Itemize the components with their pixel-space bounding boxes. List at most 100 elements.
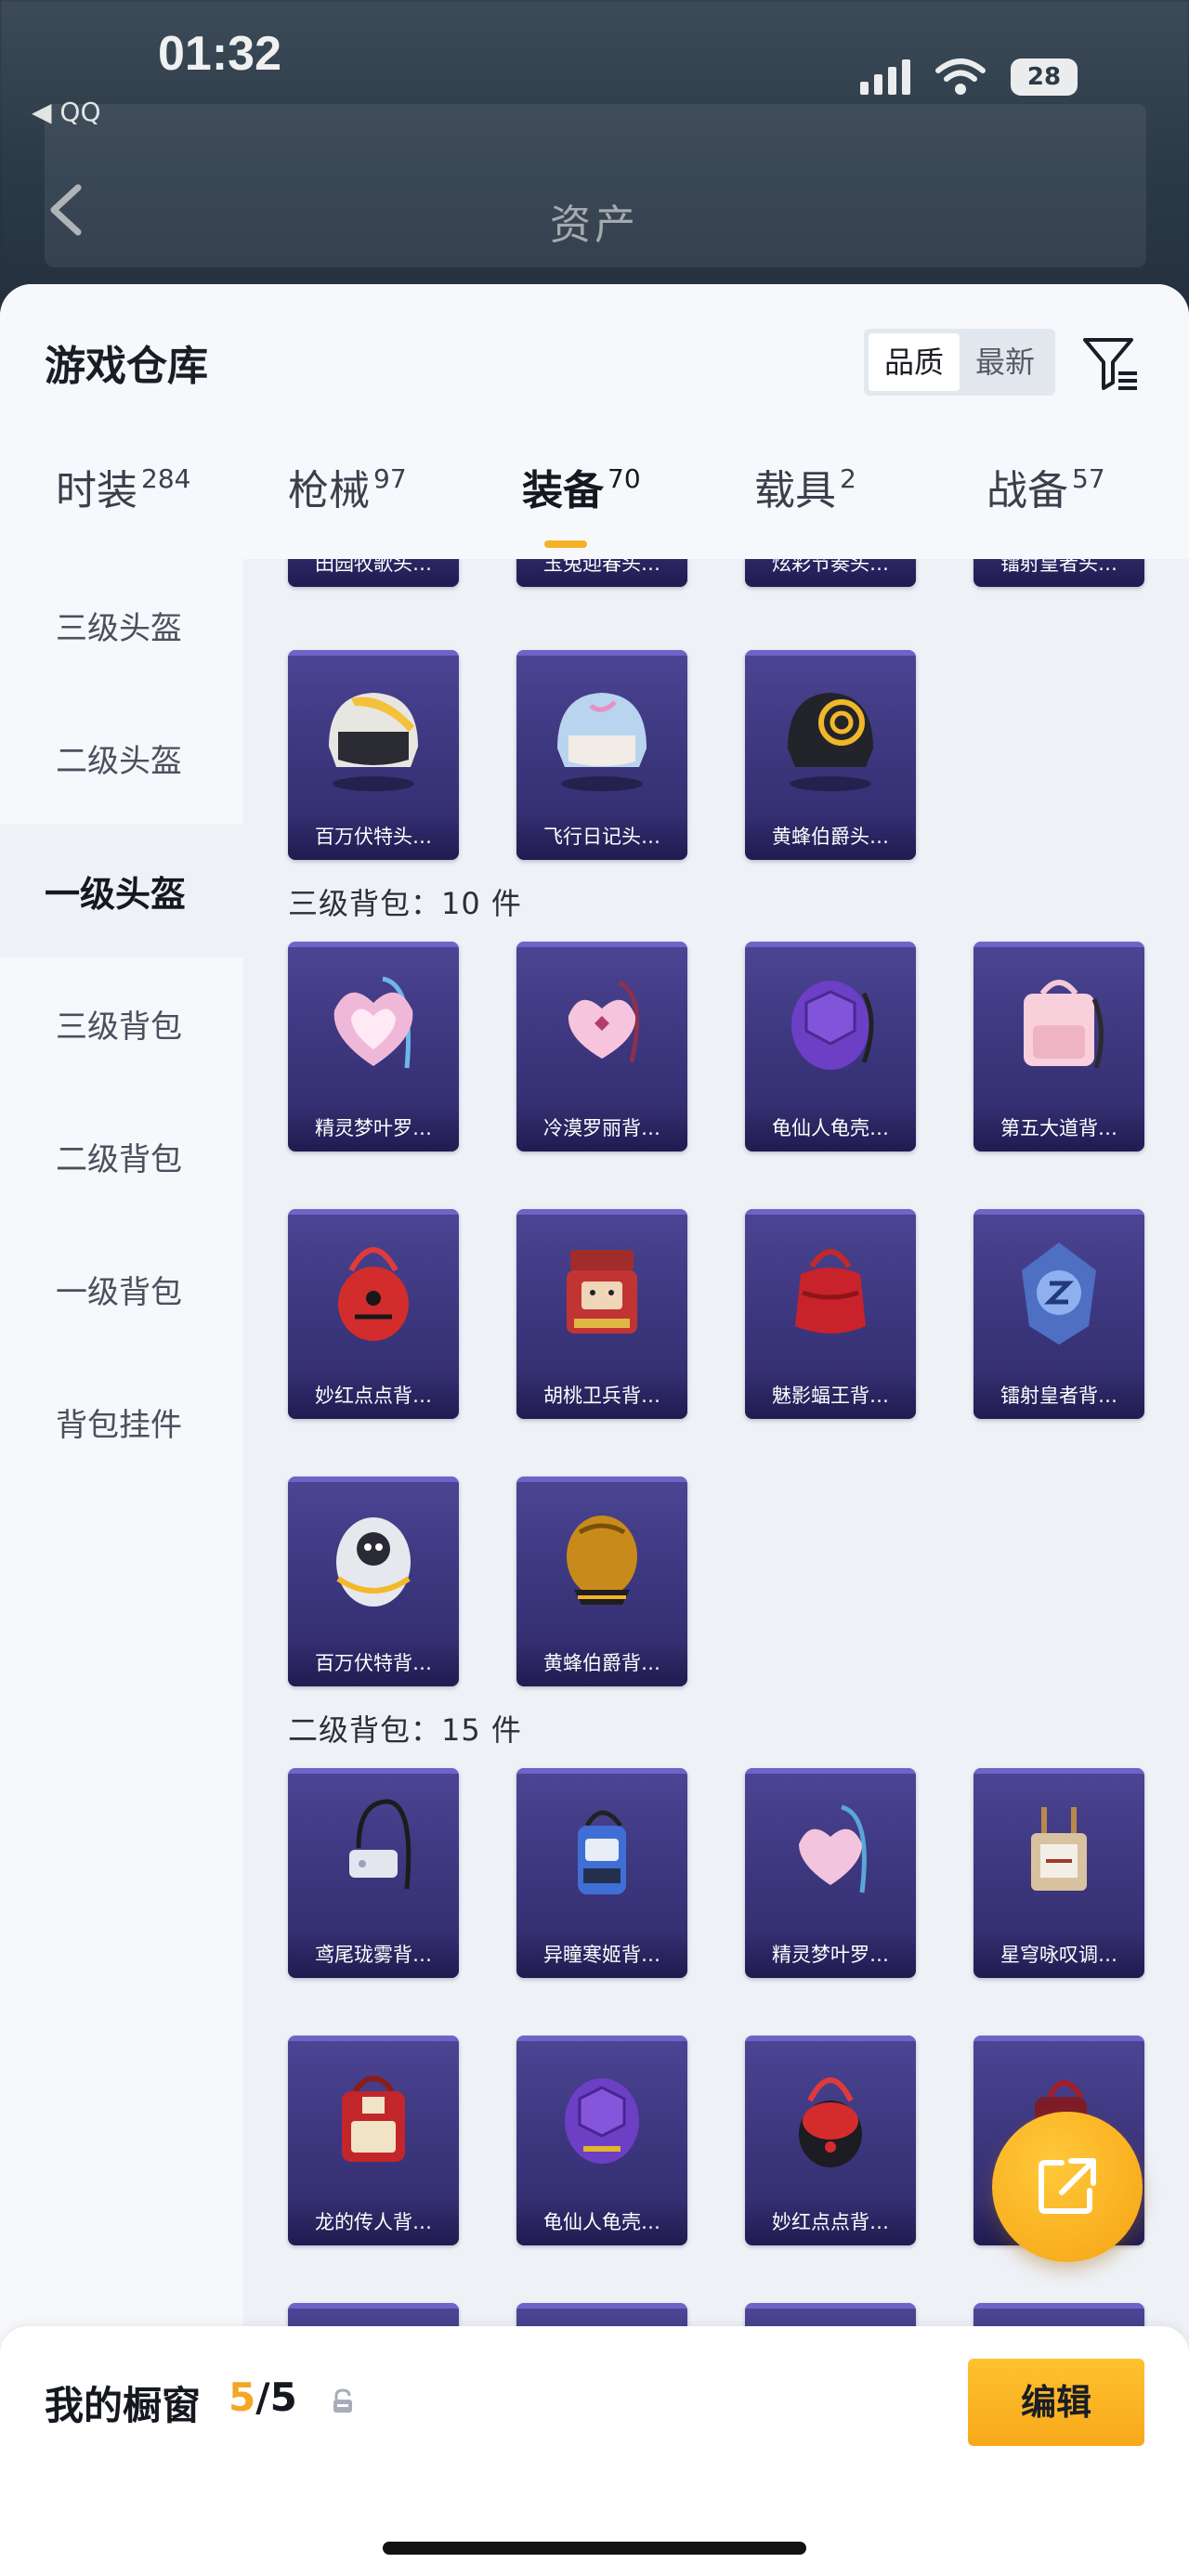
tab-label: 载具 — [754, 467, 836, 514]
item-name: 妙红点点背… — [288, 1373, 459, 1419]
backpack-icon — [349, 1799, 412, 1890]
item-card[interactable]: 第五大道背… — [973, 942, 1144, 1151]
filter-icon[interactable] — [1079, 332, 1143, 396]
item-name: 龙的传人背… — [288, 2199, 459, 2245]
sidebar-item-backpack-3[interactable]: 三级背包 — [0, 957, 243, 1090]
item-card[interactable]: 精灵梦叶罗… — [745, 1768, 916, 1978]
item-name: 镭射皇者背… — [973, 1373, 1144, 1419]
tab-count: 2 — [840, 463, 856, 494]
backpack-icon — [565, 2078, 639, 2164]
showcase-bar: 我的橱窗 5/5 编辑 — [0, 2326, 1189, 2576]
wifi-icon — [934, 58, 986, 97]
item-card[interactable]: 飞行日记头… — [516, 650, 687, 860]
tab-vehicles[interactable]: 载具 2 — [754, 457, 856, 559]
tab-fashion[interactable]: 时装 284 — [56, 457, 190, 559]
backpack-icon — [1031, 1807, 1087, 1891]
backpack-icon — [333, 976, 413, 1069]
showcase-current-count: 5 — [229, 2374, 256, 2420]
item-card[interactable]: 龙的传人背… — [288, 2036, 459, 2245]
active-tab-indicator — [544, 540, 587, 548]
edit-button[interactable]: 编辑 — [968, 2359, 1144, 2446]
backpack-icon — [567, 1250, 637, 1334]
backpack-icon — [336, 1517, 411, 1607]
item-name: 百万伏特头… — [288, 813, 459, 860]
category-tabs: 时装 284 枪械 97 装备 70 载具 2 战备 57 — [0, 457, 1189, 559]
backpack-icon — [568, 980, 640, 1063]
item-card[interactable]: 龟仙人龟壳… — [745, 942, 916, 1151]
status-icons: 28 — [860, 58, 1078, 97]
item-card[interactable]: 黄蜂伯爵背… — [516, 1477, 687, 1686]
item-name: 飞行日记头… — [516, 813, 687, 860]
backpack-icon — [567, 1516, 637, 1605]
section-title-backpack-3: 三级背包：10 件 — [288, 886, 522, 921]
backpack-icon — [1024, 980, 1104, 1069]
item-card[interactable]: 炫彩节奏头… — [745, 559, 916, 587]
item-name: 冷漠罗丽背… — [516, 1105, 687, 1151]
tab-guns[interactable]: 枪械 97 — [288, 457, 407, 559]
item-name: 田园牧歌头… — [288, 559, 459, 587]
item-name: 胡桃卫兵背… — [516, 1373, 687, 1419]
tab-count: 57 — [1072, 463, 1105, 494]
item-card[interactable]: 异瞳寒姬背… — [516, 1768, 687, 1978]
item-name: 黄蜂伯爵头… — [745, 813, 916, 860]
item-name: 龟仙人龟壳… — [745, 1105, 916, 1151]
item-card[interactable]: 妙红点点背… — [288, 1209, 459, 1419]
item-card[interactable]: 田园牧歌头… — [288, 559, 459, 587]
tab-label: 战备 — [986, 467, 1068, 514]
page-title: 游戏仓库 — [45, 343, 208, 390]
item-card[interactable]: 星穹咏叹调… — [973, 1768, 1144, 1978]
sidebar-item-backpack-2[interactable]: 二级背包 — [0, 1090, 243, 1223]
item-name: 精灵梦叶罗… — [288, 1105, 459, 1151]
section-title-backpack-2: 二级背包：15 件 — [288, 1712, 522, 1748]
item-card[interactable]: 镭射皇者背… — [973, 1209, 1144, 1419]
sidebar-item-helmet-1[interactable]: 一级头盔 — [0, 825, 243, 957]
item-name: 鸢尾珑雾背… — [288, 1932, 459, 1978]
sidebar-item-helmet-2[interactable]: 二级头盔 — [0, 692, 243, 825]
helmet-icon — [329, 693, 418, 791]
backpack-icon — [578, 1810, 626, 1894]
item-name: 百万伏特背… — [288, 1640, 459, 1686]
item-card[interactable]: 玉兔迎春头… — [516, 559, 687, 587]
item-name: 炫彩节奏头… — [745, 559, 916, 587]
backpack-icon — [799, 2077, 862, 2167]
tab-label: 枪械 — [288, 467, 370, 514]
helmet-icon — [788, 693, 873, 791]
sidebar-item-backpack-pendant[interactable]: 背包挂件 — [0, 1356, 243, 1489]
item-card[interactable]: 龟仙人龟壳… — [516, 2036, 687, 2245]
sort-newest-button[interactable]: 最新 — [960, 333, 1051, 391]
item-card[interactable]: 精灵梦叶罗… — [288, 942, 459, 1151]
backpack-icon — [338, 1247, 409, 1341]
signal-icon — [860, 59, 910, 95]
item-name: 妙红点点背… — [745, 2199, 916, 2245]
sort-quality-button[interactable]: 品质 — [869, 333, 960, 391]
item-card[interactable]: 冷漠罗丽背… — [516, 942, 687, 1151]
backpack-icon — [799, 1804, 867, 1893]
item-name: 龟仙人龟壳… — [516, 2199, 687, 2245]
sidebar-item-helmet-3[interactable]: 三级头盔 — [0, 559, 243, 692]
item-card[interactable]: 百万伏特背… — [288, 1477, 459, 1686]
item-card[interactable]: 魅影蝠王背… — [745, 1209, 916, 1419]
backpack-icon — [795, 1249, 866, 1334]
sidebar-item-backpack-1[interactable]: 一级背包 — [0, 1223, 243, 1356]
helmet-icon — [557, 693, 647, 791]
item-card[interactable]: 百万伏特头… — [288, 650, 459, 860]
item-name: 异瞳寒姬背… — [516, 1932, 687, 1978]
showcase-label: 我的橱窗 — [45, 2383, 202, 2428]
tab-count: 97 — [373, 463, 407, 494]
item-card[interactable]: 鸢尾珑雾背… — [288, 1768, 459, 1978]
backpack-icon — [1022, 1242, 1096, 1345]
showcase-count: 5/5 — [229, 2374, 297, 2420]
share-button[interactable] — [992, 2112, 1143, 2262]
backpack-icon — [342, 2075, 405, 2162]
item-card[interactable]: 镭射皇者头… — [973, 559, 1144, 587]
tab-battle-gear[interactable]: 战备 57 — [986, 457, 1105, 559]
item-grid: 田园牧歌头… 玉兔迎春头… 炫彩节奏头… 镭射皇者头… 百万伏特头… 飞行日记头… — [243, 559, 1189, 2576]
item-card[interactable]: 胡桃卫兵背… — [516, 1209, 687, 1419]
item-name: 第五大道背… — [973, 1105, 1144, 1151]
item-name: 星穹咏叹调… — [973, 1932, 1144, 1978]
item-card[interactable]: 黄蜂伯爵头… — [745, 650, 916, 860]
item-name: 玉兔迎春头… — [516, 559, 687, 587]
sort-toggle: 品质 最新 — [864, 329, 1055, 396]
item-name: 精灵梦叶罗… — [745, 1932, 916, 1978]
item-card[interactable]: 妙红点点背… — [745, 2036, 916, 2245]
